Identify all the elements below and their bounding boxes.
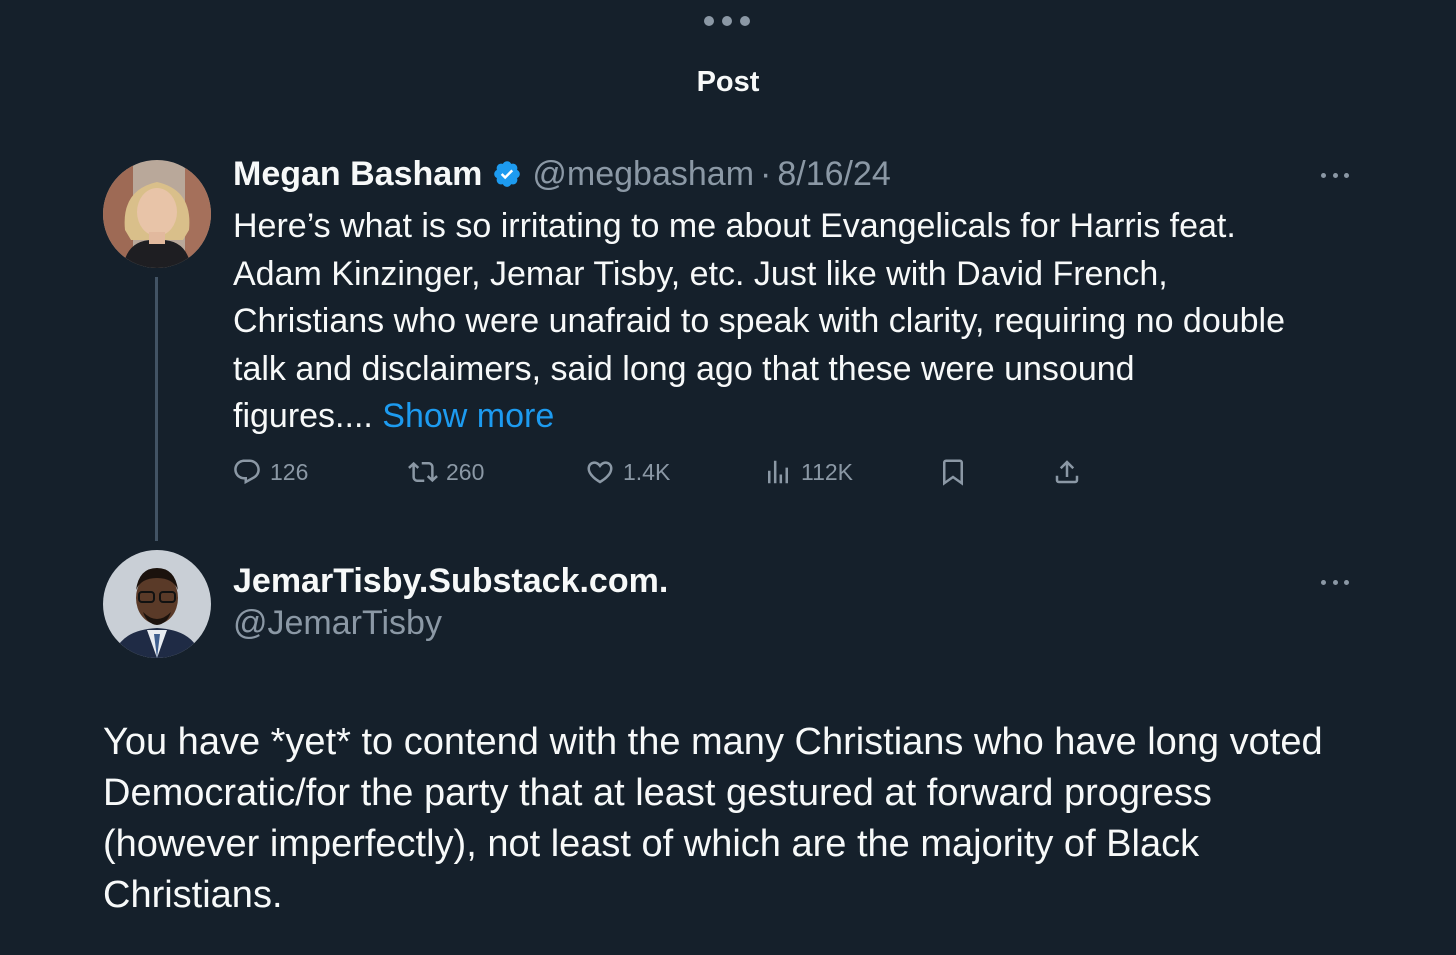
repost-count: 260 (446, 458, 485, 485)
separator-dot: · (760, 154, 772, 193)
like-icon (587, 461, 613, 484)
like-button[interactable]: 1.4K (585, 452, 670, 492)
reply-text-line: (however imperfectly), not least of whic… (103, 823, 1200, 865)
more-icon[interactable] (1321, 578, 1349, 586)
show-more-link[interactable]: Show more (382, 397, 554, 435)
share-button[interactable] (1052, 452, 1082, 492)
repost-icon (408, 461, 438, 483)
reply-icon (234, 459, 260, 485)
post-date[interactable]: 8/16/24 (777, 155, 890, 194)
more-icon[interactable] (1321, 171, 1349, 179)
post-text-line: figures.... (233, 397, 383, 435)
views-count: 112K (801, 458, 854, 485)
post-text: Here’s what is so irritating to me about… (233, 203, 1343, 441)
reply-text-line: Democratic/for the party that at least g… (103, 772, 1212, 814)
page-title: Post (696, 66, 760, 98)
share-icon (1055, 460, 1079, 484)
reply-author-display-name[interactable]: JemarTisby.Substack.com. (233, 562, 668, 601)
reply-author-handle[interactable]: @JemarTisby (233, 604, 442, 643)
views-button[interactable]: 112K (763, 452, 853, 492)
thread-line (155, 277, 158, 541)
verified-badge-icon (492, 159, 522, 189)
reply-text: You have *yet* to contend with the many … (103, 717, 1353, 921)
author-display-name[interactable]: Megan Basham (233, 155, 482, 194)
reply-count: 126 (270, 458, 309, 485)
avatar-megan-basham[interactable] (103, 160, 211, 268)
sheet-grabber-icon[interactable] (704, 13, 750, 29)
bookmark-button[interactable] (938, 452, 968, 492)
post-actions: 126 260 1.4K 112K (0, 452, 1456, 492)
post-text-line: Adam Kinzinger, Jemar Tisby, etc. Just l… (233, 254, 1168, 293)
post-text-line: Christians who were unafraid to speak wi… (233, 302, 1286, 340)
post-text-last-line: figures.... Show more (233, 393, 1343, 441)
views-icon (768, 460, 788, 484)
reply-button[interactable]: 126 (232, 452, 308, 492)
reply-text-line: You have *yet* to contend with the many … (103, 721, 1323, 763)
author-handle[interactable]: @megbasham (532, 155, 754, 194)
bookmark-icon (943, 459, 963, 486)
post-text-line: talk and disclaimers, said long ago that… (233, 349, 1135, 388)
post-text-line: Here’s what is so irritating to me about… (233, 207, 1236, 245)
avatar-jemar-tisby[interactable] (103, 550, 211, 658)
post-header: Megan Basham @megbasham · 8/16/24 (233, 152, 891, 196)
reply-text-line: Christians. (103, 874, 283, 916)
like-count: 1.4K (623, 458, 671, 485)
repost-button[interactable]: 260 (408, 452, 484, 492)
